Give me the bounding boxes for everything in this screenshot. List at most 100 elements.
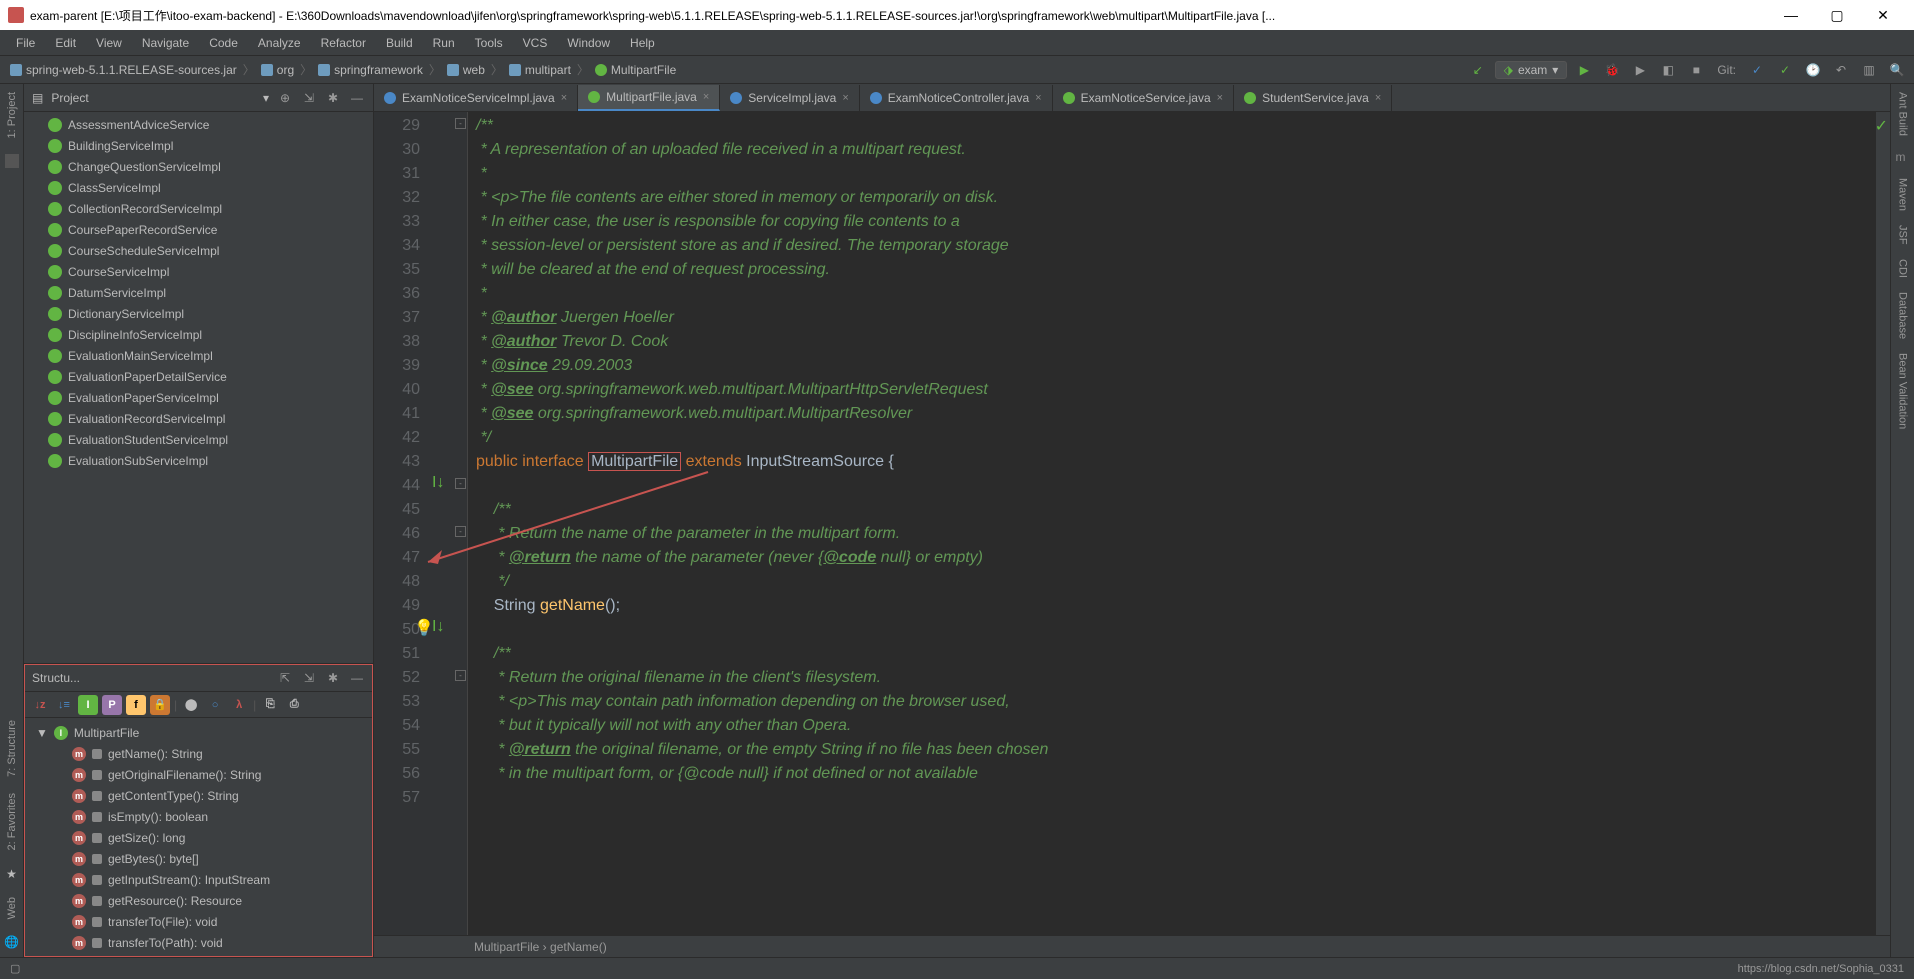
crumb-multipart[interactable]: multipart (505, 63, 575, 77)
close-button[interactable]: ✕ (1860, 7, 1906, 24)
expand-icon[interactable]: ⇱ (277, 670, 293, 686)
tool-jsf[interactable]: JSF (1897, 225, 1909, 245)
run-icon[interactable]: ▶ (1573, 59, 1595, 81)
crumb-org[interactable]: org (257, 63, 298, 77)
tool-web[interactable]: Web (6, 897, 18, 919)
maximize-button[interactable]: ▢ (1814, 7, 1860, 24)
status-icon[interactable]: ▢ (10, 962, 20, 975)
tool-icon[interactable] (5, 154, 19, 168)
filter-f-icon[interactable]: f (126, 695, 146, 715)
nav-breadcrumbs: spring-web-5.1.1.RELEASE-sources.jar〉 or… (0, 56, 1914, 84)
tab-noticeservice[interactable]: ExamNoticeService.java× (1053, 85, 1235, 111)
hide-icon[interactable]: — (349, 90, 365, 106)
tree-item: DisciplineInfoServiceImpl (24, 324, 373, 345)
filter-lock-icon[interactable]: 🔒 (150, 695, 170, 715)
filter-lambda-icon[interactable]: λ (229, 695, 249, 715)
menu-tools[interactable]: Tools (467, 34, 511, 52)
locate-icon[interactable]: ⊕ (277, 90, 293, 106)
editor-breadcrumb[interactable]: MultipartFile › getName() (374, 935, 1890, 957)
coverage-icon[interactable]: ▶ (1629, 59, 1651, 81)
filter-circle-icon[interactable]: ⬤ (181, 695, 201, 715)
editor-tabs: ExamNoticeServiceImpl.java× MultipartFil… (374, 84, 1890, 112)
menu-code[interactable]: Code (201, 34, 246, 52)
collapse-all-icon[interactable]: ⇲ (301, 670, 317, 686)
structure-item: mgetName(): String (24, 743, 373, 764)
profile-icon[interactable]: ◧ (1657, 59, 1679, 81)
menu-edit[interactable]: Edit (47, 34, 84, 52)
sort-vis-icon[interactable]: ↓≡ (54, 695, 74, 715)
error-stripe[interactable]: ✓ (1876, 112, 1890, 935)
collapse-icon[interactable]: ⇲ (301, 90, 317, 106)
menu-view[interactable]: View (88, 34, 130, 52)
tree-item: EvaluationPaperServiceImpl (24, 387, 373, 408)
project-structure-icon[interactable]: ▥ (1858, 59, 1880, 81)
vcs-update-icon[interactable]: ✓ (1746, 59, 1768, 81)
settings-icon[interactable]: ✱ (325, 90, 341, 106)
tab-studentservice[interactable]: StudentService.java× (1234, 85, 1392, 111)
tab-serviceimpl[interactable]: ServiceImpl.java× (720, 85, 859, 111)
project-tree[interactable]: AssessmentAdviceService BuildingServiceI… (24, 112, 373, 663)
tool-database[interactable]: Database (1897, 292, 1909, 339)
tree-item: ChangeQuestionServiceImpl (24, 156, 373, 177)
structure-tree[interactable]: ▼IMultipartFile mgetName(): String mgetO… (24, 718, 373, 957)
tree-item: EvaluationMainServiceImpl (24, 345, 373, 366)
structure-item: mtransferTo(File): void (24, 911, 373, 932)
crumb-web[interactable]: web (443, 63, 489, 77)
line-numbers: 2930313233343536373839404142434445464748… (374, 112, 432, 935)
menu-build[interactable]: Build (378, 34, 421, 52)
autoscroll2-icon[interactable]: ⎙ (284, 695, 304, 715)
tool-ant[interactable]: Ant Build (1897, 92, 1909, 136)
menu-file[interactable]: File (8, 34, 43, 52)
code-body[interactable]: /** * A representation of an uploaded fi… (468, 112, 1876, 935)
tool-structure[interactable]: 7: Structure (6, 720, 18, 777)
impl-icon[interactable]: I↓ (432, 474, 448, 490)
tree-item: CourseServiceImpl (24, 261, 373, 282)
filter-p-icon[interactable]: P (102, 695, 122, 715)
filter-o-icon[interactable]: ○ (205, 695, 225, 715)
sort-az-icon[interactable]: ↓z (30, 695, 50, 715)
hide-structure-icon[interactable]: — (349, 670, 365, 686)
impl-icon[interactable]: I↓ (432, 618, 448, 634)
menu-vcs[interactable]: VCS (515, 34, 556, 52)
code-viewport[interactable]: 2930313233343536373839404142434445464748… (374, 112, 1890, 935)
gear-icon[interactable]: ✱ (325, 670, 341, 686)
tool-maven[interactable]: Maven (1897, 178, 1909, 211)
menu-navigate[interactable]: Navigate (134, 34, 197, 52)
fold-gutter[interactable]: - - - - (454, 112, 468, 935)
project-icon: ▤ (32, 91, 43, 105)
structure-item: mgetContentType(): String (24, 785, 373, 806)
tool-project[interactable]: 1: Project (6, 92, 18, 138)
star-icon[interactable]: ★ (6, 867, 17, 881)
tab-controller[interactable]: ExamNoticeController.java× (860, 85, 1053, 111)
tool-bean[interactable]: Bean Validation (1897, 353, 1909, 429)
vcs-commit-icon[interactable]: ✓ (1774, 59, 1796, 81)
status-bar: ▢ https://blog.csdn.net/Sophia_0331 (0, 957, 1914, 979)
run-config-selector[interactable]: ⬗exam▾ (1495, 61, 1568, 79)
tree-item: AssessmentAdviceService (24, 114, 373, 135)
stop-icon[interactable]: ■ (1685, 59, 1707, 81)
crumb-jar[interactable]: spring-web-5.1.1.RELEASE-sources.jar (6, 63, 241, 77)
tab-examnotice[interactable]: ExamNoticeServiceImpl.java× (374, 85, 578, 111)
autoscroll-icon[interactable]: ⎘ (260, 695, 280, 715)
crumb-file[interactable]: MultipartFile (591, 63, 680, 77)
bulb-icon[interactable]: 💡 (414, 618, 430, 634)
menu-refactor[interactable]: Refactor (313, 34, 374, 52)
menu-analyze[interactable]: Analyze (250, 34, 309, 52)
git-label: Git: (1717, 63, 1736, 77)
tool-web-icon[interactable]: 🌐 (4, 935, 19, 949)
filter-i-icon[interactable]: I (78, 695, 98, 715)
vcs-history-icon[interactable]: 🕑 (1802, 59, 1824, 81)
menu-run[interactable]: Run (425, 34, 463, 52)
minimize-button[interactable]: — (1768, 7, 1814, 23)
debug-icon[interactable]: 🐞 (1601, 59, 1623, 81)
tool-cdi[interactable]: CDI (1897, 259, 1909, 278)
maven-icon[interactable]: m (1896, 150, 1910, 164)
tool-favorites[interactable]: 2: Favorites (6, 793, 18, 850)
sync-icon[interactable]: ↙ (1467, 59, 1489, 81)
tab-multipartfile[interactable]: MultipartFile.java× (578, 85, 720, 111)
menu-window[interactable]: Window (559, 34, 618, 52)
vcs-revert-icon[interactable]: ↶ (1830, 59, 1852, 81)
crumb-spring[interactable]: springframework (314, 63, 427, 77)
menu-help[interactable]: Help (622, 34, 663, 52)
search-icon[interactable]: 🔍 (1886, 59, 1908, 81)
